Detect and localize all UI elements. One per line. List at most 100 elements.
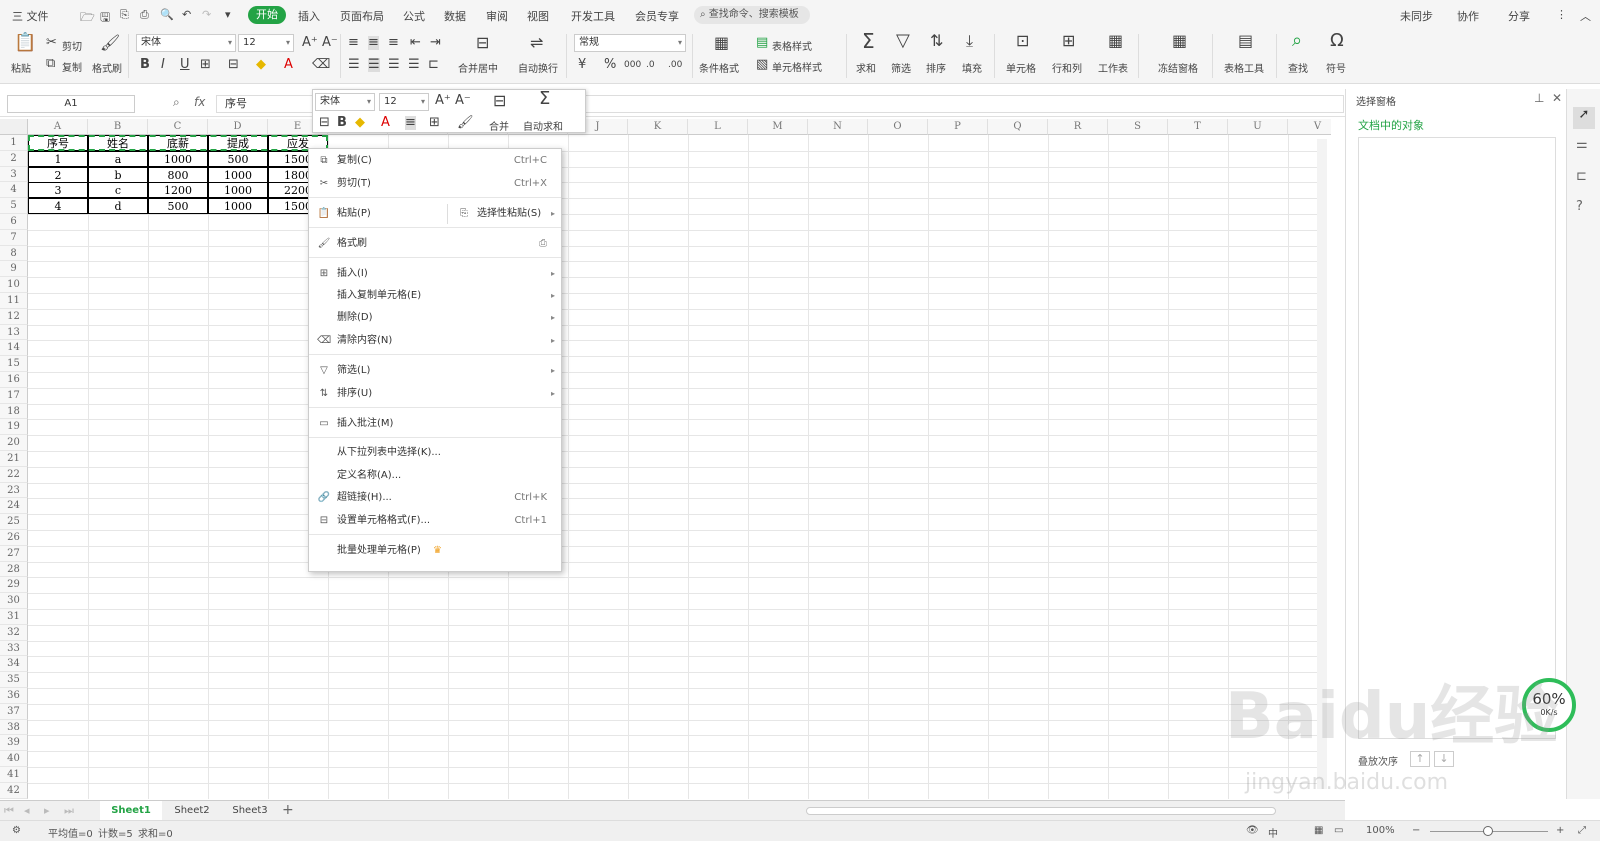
menu-pick-from-list[interactable]: 从下拉列表中选择(K)...: [309, 443, 561, 463]
column-header[interactable]: M: [748, 119, 808, 135]
mini-format-painter-icon[interactable]: 🖌: [457, 116, 474, 130]
italic-icon[interactable]: I: [161, 58, 165, 72]
thousands-icon[interactable]: 000: [624, 58, 641, 72]
currency-icon[interactable]: ¥: [578, 58, 586, 72]
fullscreen-icon[interactable]: ⤢: [1578, 825, 1586, 836]
tab-member[interactable]: 会员专享: [635, 8, 679, 24]
table-cell[interactable]: 1000: [208, 182, 268, 199]
row-header[interactable]: 38: [0, 719, 28, 736]
mini-font-color-icon[interactable]: A: [381, 116, 390, 130]
freeze-panes-button[interactable]: 冻结窗格: [1158, 60, 1198, 75]
collapse-ribbon-icon[interactable]: ︿: [1580, 8, 1591, 24]
decrease-font-icon[interactable]: A⁻: [322, 36, 338, 50]
row-header[interactable]: 39: [0, 735, 28, 752]
menu-batch-process[interactable]: 批量处理单元格(P) ♛: [309, 541, 561, 561]
adjust-icon[interactable]: ⊏: [1576, 169, 1587, 184]
objects-list[interactable]: [1358, 137, 1556, 739]
font-family-select[interactable]: 宋体: [136, 34, 236, 52]
macro-icon[interactable]: ⚙: [12, 825, 21, 836]
input-method-icon[interactable]: 中: [1268, 825, 1278, 840]
table-style-button[interactable]: 表格样式: [772, 38, 812, 53]
cut-button[interactable]: 剪切: [62, 38, 82, 53]
row-header[interactable]: 34: [0, 656, 28, 673]
row-header[interactable]: 17: [0, 387, 28, 404]
table-cell[interactable]: 2: [28, 166, 88, 183]
mini-increase-font-icon[interactable]: A⁺: [435, 94, 451, 108]
row-header[interactable]: 30: [0, 593, 28, 609]
tab-formulas[interactable]: 公式: [403, 8, 425, 24]
mini-fill-icon[interactable]: ◆: [355, 116, 365, 130]
copy-button[interactable]: 复制: [62, 59, 82, 74]
mini-align-icon[interactable]: ≡: [405, 116, 416, 130]
last-sheet-icon[interactable]: ⏭: [64, 804, 74, 818]
menu-define-name[interactable]: 定义名称(A)...: [309, 466, 561, 486]
zoom-out-icon[interactable]: −: [1412, 825, 1420, 836]
menu-filter[interactable]: ▽ 筛选(L) ▸: [309, 361, 561, 381]
sync-status[interactable]: 未同步: [1400, 8, 1433, 24]
row-header[interactable]: 4: [0, 182, 28, 199]
row-header[interactable]: 7: [0, 229, 28, 246]
sum-button[interactable]: 求和: [856, 60, 876, 75]
cell-icon[interactable]: ⊡: [1016, 33, 1029, 49]
menu-insert[interactable]: ⊞ 插入(I) ▸: [309, 264, 561, 284]
file-menu[interactable]: 三 文件: [12, 8, 49, 24]
mini-merge-button[interactable]: 合并: [489, 118, 509, 133]
column-header[interactable]: V: [1288, 119, 1331, 135]
column-header[interactable]: O: [868, 119, 928, 135]
row-header[interactable]: 11: [0, 293, 28, 309]
mini-merge-icon[interactable]: ⊟: [493, 93, 506, 109]
row-header[interactable]: 12: [0, 308, 28, 325]
number-format-select[interactable]: 常规: [574, 34, 686, 52]
tab-insert[interactable]: 插入: [298, 8, 320, 24]
page-view-icon[interactable]: ▭: [1334, 825, 1343, 836]
style-icon[interactable]: ⊟: [228, 58, 239, 72]
row-header[interactable]: 22: [0, 466, 28, 483]
mini-autosum-icon[interactable]: Σ: [539, 90, 550, 108]
column-header[interactable]: P: [928, 119, 988, 135]
table-tools-button[interactable]: 表格工具: [1224, 60, 1264, 75]
cell-style-button[interactable]: 单元格样式: [772, 59, 822, 74]
zoom-slider-thumb[interactable]: [1483, 826, 1493, 836]
menu-insert-copied[interactable]: 插入复制单元格(E) ▸: [309, 286, 561, 306]
table-cell[interactable]: a: [88, 150, 148, 167]
table-cell[interactable]: b: [88, 166, 148, 183]
increase-font-icon[interactable]: A⁺: [302, 36, 318, 50]
row-header[interactable]: 41: [0, 767, 28, 783]
table-cell[interactable]: 3: [28, 182, 88, 199]
rowcol-icon[interactable]: ⊞: [1062, 33, 1075, 49]
mini-decrease-font-icon[interactable]: A⁻: [455, 94, 471, 108]
symbol-button[interactable]: 符号: [1326, 60, 1346, 75]
table-tools-icon[interactable]: ▤: [1238, 33, 1253, 49]
column-header[interactable]: Q: [988, 119, 1048, 135]
row-header[interactable]: 21: [0, 451, 28, 467]
paste-button[interactable]: 粘贴: [11, 60, 31, 75]
indent-increase-icon[interactable]: ⇥: [430, 36, 441, 50]
fx-icon[interactable]: fx: [194, 95, 205, 109]
mini-font-select[interactable]: 宋体: [315, 93, 375, 111]
find-button[interactable]: 查找: [1288, 60, 1308, 75]
more-icon[interactable]: ⋮: [1556, 8, 1567, 21]
eye-protection-icon[interactable]: 👁: [1246, 825, 1259, 836]
freeze-icon[interactable]: ▦: [1172, 33, 1187, 49]
filter-icon[interactable]: ▽: [896, 32, 910, 50]
close-icon[interactable]: ✕: [1552, 91, 1562, 105]
row-header[interactable]: 25: [0, 514, 28, 530]
table-cell[interactable]: 800: [148, 166, 208, 183]
border-icon[interactable]: ⊞: [200, 58, 211, 72]
sheet-tab-3[interactable]: Sheet3: [222, 801, 278, 821]
selection-pane-title[interactable]: 选择窗格: [1356, 93, 1396, 108]
align-bottom-icon[interactable]: ≡: [388, 36, 399, 50]
mini-bold-icon[interactable]: B: [337, 116, 347, 130]
row-header[interactable]: 8: [0, 245, 28, 262]
menu-format-cells[interactable]: ⊟ 设置单元格格式(F)... Ctrl+1: [309, 511, 561, 531]
wrap-text-icon[interactable]: ⇌: [530, 35, 543, 51]
table-cell[interactable]: d: [88, 198, 148, 215]
font-size-select[interactable]: 12: [238, 34, 294, 52]
wrap-text-button[interactable]: 自动换行: [518, 60, 558, 75]
table-cell[interactable]: 1000: [208, 166, 268, 183]
redo-icon[interactable]: ↷: [202, 8, 211, 21]
cursor-icon[interactable]: ➚: [1573, 107, 1595, 129]
zoom-in-icon[interactable]: +: [1556, 825, 1564, 836]
mini-autosum-button[interactable]: 自动求和: [523, 118, 563, 133]
decrease-decimal-icon[interactable]: .00: [668, 58, 682, 72]
